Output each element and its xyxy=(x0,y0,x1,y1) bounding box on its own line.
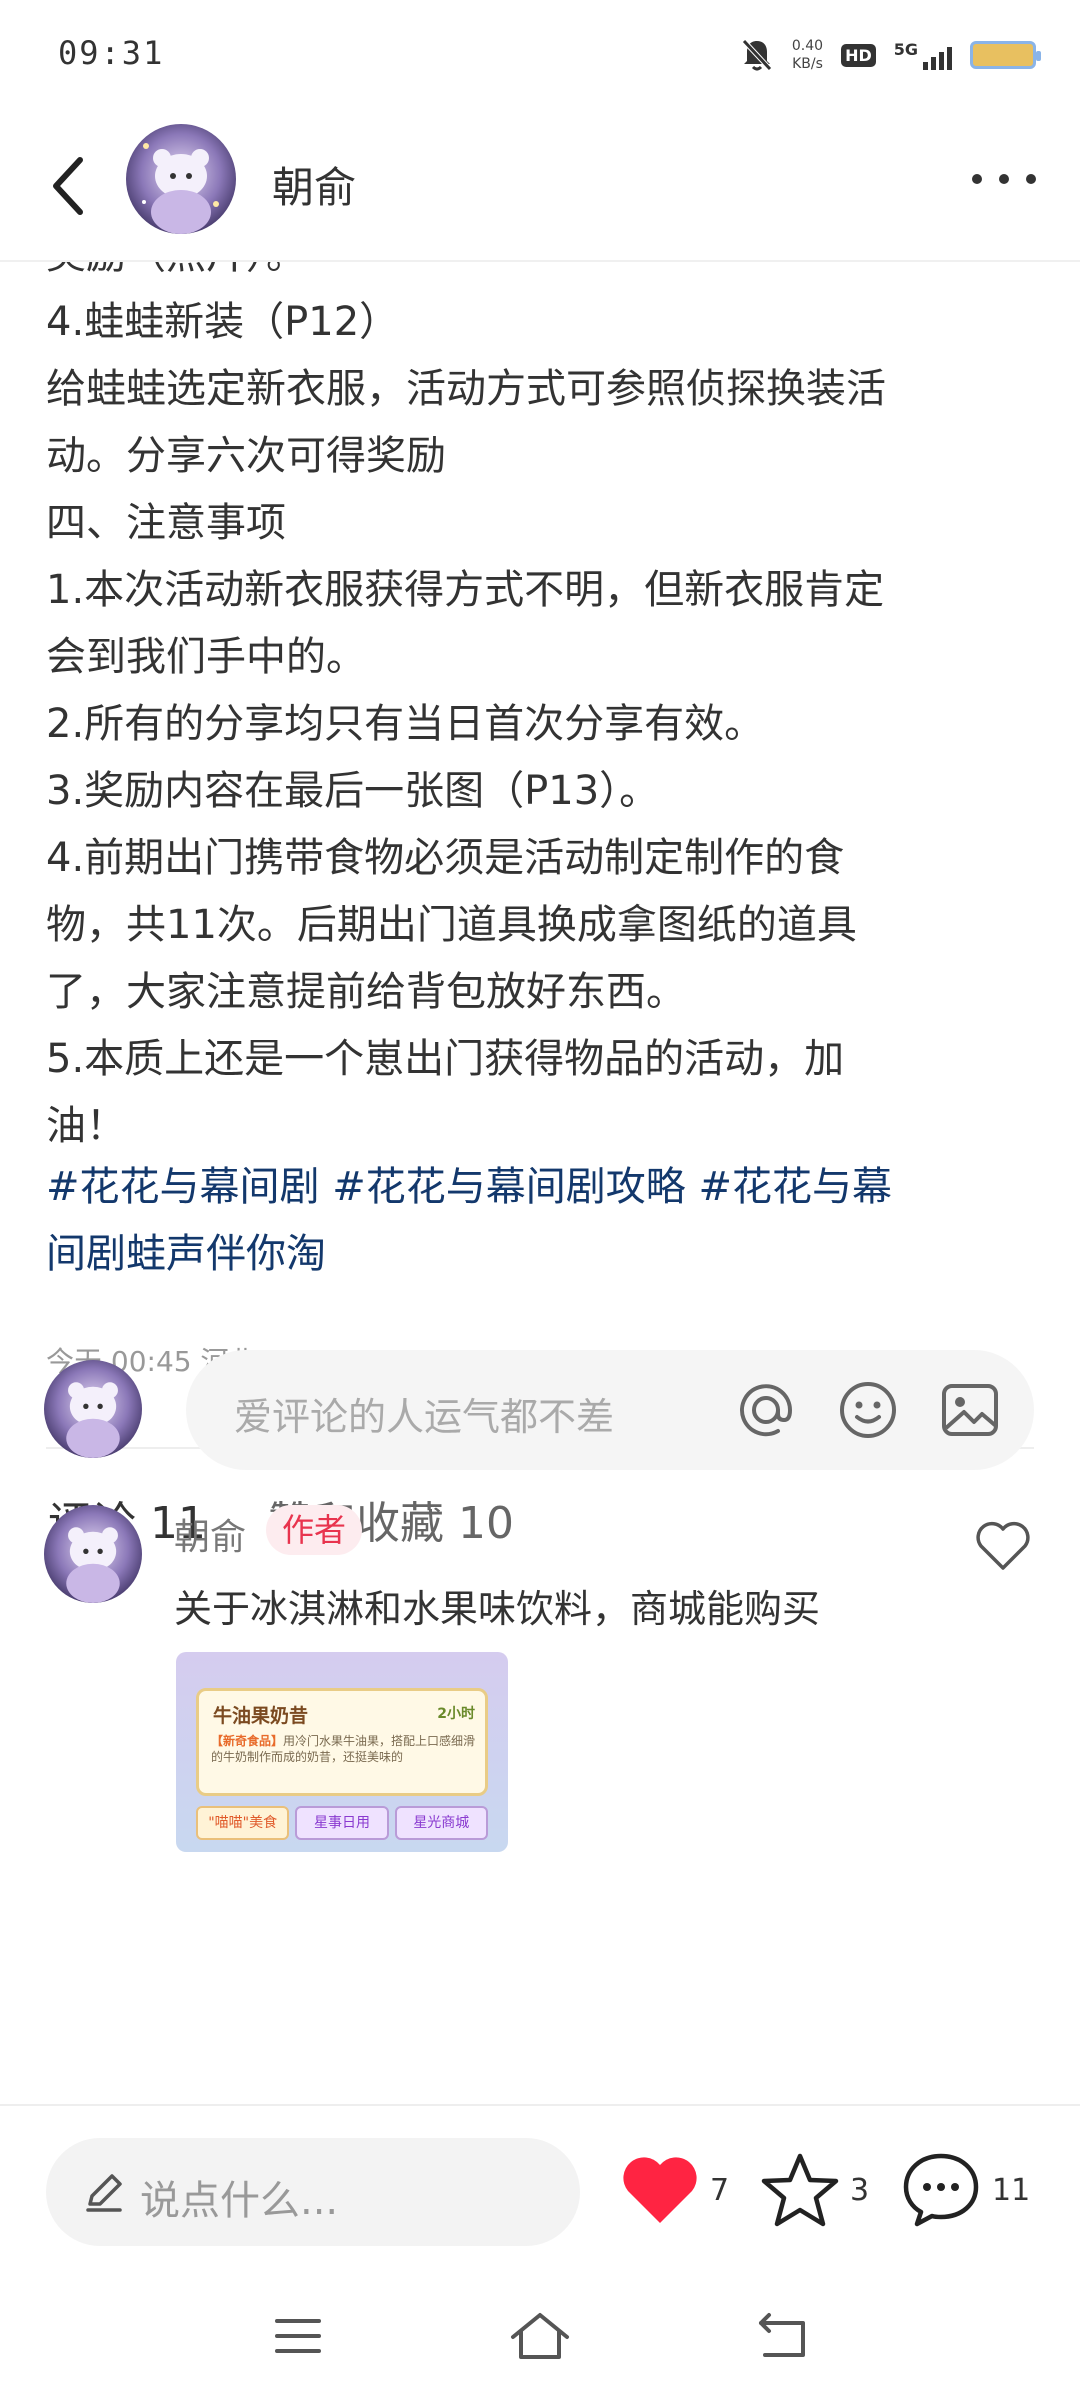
post-text-line: 5.本质上还是一个崽出门获得物品的活动，加 xyxy=(46,1036,845,1082)
my-avatar xyxy=(44,1360,142,1458)
item-title: 牛油果奶昔 xyxy=(213,1705,309,1727)
post-text-line: 4.前期出门携带食物必须是活动制定制作的食 xyxy=(46,835,845,881)
menu-icon xyxy=(275,2319,321,2353)
post-text-line: 1.本次活动新衣服获得方式不明，但新衣服肯定 xyxy=(46,567,885,613)
post-text-line: 2.所有的分享均只有当日首次分享有效。 xyxy=(46,701,765,747)
comment-input[interactable]: 爱评论的人运气都不差 xyxy=(186,1350,1034,1470)
post-body: 奖励（照片）。 4.蛙蛙新装（P12） 给蛙蛙选定新衣服，活动方式可参照侦探换装活动… xyxy=(46,262,1036,1160)
comment-author[interactable]: 朝俞 xyxy=(174,1508,246,1560)
post-text-line: 会到我们手中的。 xyxy=(46,634,366,680)
star-count: 3 xyxy=(850,2172,870,2208)
star-outline-icon xyxy=(761,2153,839,2227)
post-text-line: 奖励（照片）。 xyxy=(46,262,1036,289)
post-text-line: 了，大家注意提前给背包放好东西。 xyxy=(46,969,686,1015)
status-time: 09:31 xyxy=(58,34,165,72)
home-nav-button[interactable] xyxy=(500,2296,580,2376)
author-avatar[interactable] xyxy=(126,124,236,234)
net-speed-value: 0.40 xyxy=(791,38,824,54)
navigation-bar xyxy=(0,2274,1080,2400)
back-button[interactable] xyxy=(38,148,98,224)
post-content[interactable]: 奖励（照片）。 4.蛙蛙新装（P12） 给蛙蛙选定新衣服，活动方式可参照侦探换装活动… xyxy=(0,262,1080,2104)
post-text-line: 动。分享六次可得奖励 xyxy=(46,433,446,479)
item-desc: 【新奇食品】用冷门水果牛油果，搭配上口感细滑的牛奶制作而成的奶昔，还挺美味的 xyxy=(211,1733,479,1765)
network-type: 5G xyxy=(893,40,918,59)
status-icons: 0.40 KB/s HD 5G xyxy=(740,30,1041,80)
post-text-line: 四、注意事项 xyxy=(46,500,286,546)
post-text-line: 物，共11次。后期出门道具换成拿图纸的道具 xyxy=(46,902,857,948)
hashtags[interactable]: #花花与幕间剧 #花花与幕间剧攻略 #花花与幕 间剧蛙声伴你淘 xyxy=(46,1154,1036,1288)
item-tab: "喵喵"美食 xyxy=(196,1806,290,1840)
item-time: 2小时 xyxy=(437,1706,475,1722)
say-something-input[interactable]: 说点什么... xyxy=(46,2138,580,2246)
status-bar: 09:31 0.40 KB/s HD 5G xyxy=(0,0,1080,110)
at-button[interactable] xyxy=(734,1378,798,1442)
menu-nav-button[interactable] xyxy=(258,2296,338,2376)
item-tag: 【新奇食品】 xyxy=(211,1734,284,1748)
chat-bubble-icon xyxy=(903,2153,979,2227)
avatar-image xyxy=(44,1505,142,1603)
at-icon xyxy=(740,1384,793,1437)
emoji-icon xyxy=(840,1382,896,1438)
heart-filled-icon xyxy=(623,2157,697,2223)
action-bar: 说点什么... 7 3 11 xyxy=(0,2104,1080,2274)
comment-image[interactable]: 牛油果奶昔 2小时 【新奇食品】用冷门水果牛油果，搭配上口感细滑的牛奶制作而成的… xyxy=(176,1652,508,1852)
back-nav-button[interactable] xyxy=(742,2296,822,2376)
emoji-button[interactable] xyxy=(836,1378,900,1442)
hashtag-line[interactable]: #花花与幕间剧 #花花与幕间剧攻略 #花花与幕 xyxy=(46,1154,1036,1221)
item-tab: 星光商城 xyxy=(394,1806,488,1840)
image-icon xyxy=(942,1384,998,1436)
post-text-line: 3.奖励内容在最后一张图（P13）。 xyxy=(46,768,660,814)
post-text-line: 4.蛙蛙新装（P12） xyxy=(46,299,400,345)
net-speed-unit: KB/s xyxy=(792,56,823,72)
like-button[interactable]: 7 xyxy=(620,2150,729,2230)
author-name[interactable]: 朝俞 xyxy=(272,154,356,215)
back-nav-icon xyxy=(759,2313,805,2357)
post-header: 朝俞 xyxy=(0,110,1080,262)
net-speed: 0.40 KB/s xyxy=(792,37,823,73)
item-tabs: "喵喵"美食 星事日用 星光商城 xyxy=(196,1806,488,1840)
more-button[interactable] xyxy=(964,154,1044,204)
image-button[interactable] xyxy=(938,1378,1002,1442)
hashtag-line[interactable]: 间剧蛙声伴你淘 xyxy=(46,1221,1036,1288)
star-button[interactable]: 3 xyxy=(760,2150,869,2230)
avatar-image xyxy=(44,1360,142,1458)
item-card: 牛油果奶昔 2小时 【新奇食品】用冷门水果牛油果，搭配上口感细滑的牛奶制作而成的… xyxy=(196,1688,488,1796)
like-count: 7 xyxy=(710,2172,730,2208)
comment-text: 关于冰淇淋和水果味饮料，商城能购买 xyxy=(174,1587,821,1631)
home-icon xyxy=(511,2313,569,2359)
pencil-icon xyxy=(86,2174,122,2212)
post-text-line: 油！ xyxy=(46,1103,126,1149)
comment-placeholder: 爱评论的人运气都不差 xyxy=(234,1395,615,1439)
comment-like-button[interactable] xyxy=(972,1515,1034,1577)
comment-avatar[interactable] xyxy=(44,1505,142,1603)
avatar-image xyxy=(126,124,236,234)
battery-icon xyxy=(970,41,1041,69)
author-badge: 作者 xyxy=(266,1505,363,1555)
say-placeholder: 说点什么... xyxy=(140,2178,339,2224)
comment-count: 11 xyxy=(992,2172,1031,2208)
post-text-line: 给蛙蛙选定新衣服，活动方式可参照侦探换装活 xyxy=(46,366,886,412)
more-icon xyxy=(972,174,982,184)
comment-button[interactable]: 11 xyxy=(900,2150,1030,2230)
back-icon xyxy=(53,157,83,215)
heart-outline-icon xyxy=(976,1521,1030,1570)
hd-badge: HD xyxy=(841,43,876,67)
signal-icon: 5G xyxy=(894,40,952,70)
mute-bell-icon xyxy=(742,39,772,71)
item-tab: 星事日用 xyxy=(295,1806,389,1840)
